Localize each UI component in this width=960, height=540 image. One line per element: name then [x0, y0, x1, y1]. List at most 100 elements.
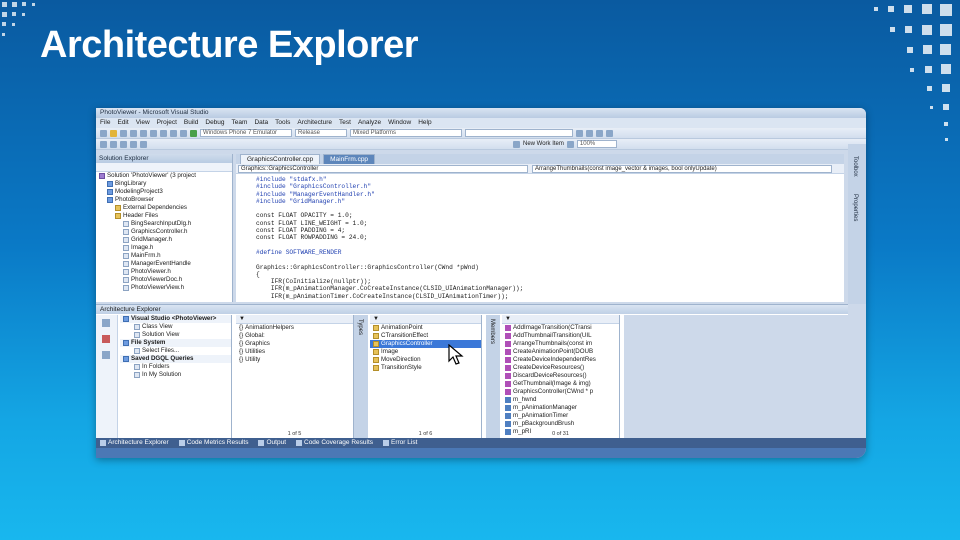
menu-item-analyze[interactable]: Analyze [358, 118, 381, 128]
bottom-tab-code-coverage-results[interactable]: Code Coverage Results [296, 438, 373, 448]
menu-item-architecture[interactable]: Architecture [297, 118, 332, 128]
view-item[interactable]: In Folders [120, 363, 231, 371]
namespace-item[interactable]: {} Global: [236, 332, 353, 340]
namespace-item[interactable]: {} Utilities [236, 348, 353, 356]
solution-explorer-icon[interactable] [586, 129, 593, 137]
types-side-tab[interactable]: Types [354, 315, 368, 439]
export-icon[interactable] [102, 335, 110, 343]
tree-item[interactable]: External Dependencies [96, 204, 232, 212]
menu-item-edit[interactable]: Edit [117, 118, 128, 128]
configuration-combo[interactable]: Release [295, 129, 347, 137]
comment-icon[interactable] [100, 140, 107, 148]
refresh-icon[interactable] [102, 319, 110, 327]
indent-icon[interactable] [120, 140, 127, 148]
new-work-item-button[interactable]: New Work Item [523, 141, 564, 147]
find-combo[interactable] [465, 129, 573, 137]
tree-item[interactable]: PhotoViewer.h [96, 268, 232, 276]
member-combo[interactable]: ArrangeThumbnails(const image_vector & i… [532, 165, 832, 173]
tree-item[interactable]: MainFrm.h [96, 252, 232, 260]
outdent-icon[interactable] [130, 140, 137, 148]
member-item[interactable]: AddImageTransition(CTransi [502, 324, 619, 332]
properties-tab[interactable]: Properties [852, 194, 858, 221]
toolbox-tab[interactable]: Toolbox [852, 156, 858, 177]
tree-item[interactable]: ManagerEventHandle [96, 260, 232, 268]
menu-item-project[interactable]: Project [157, 118, 177, 128]
open-folder-icon[interactable] [110, 129, 117, 137]
member-item[interactable]: m_hwnd [502, 396, 619, 404]
member-item[interactable]: GraphicsController(CWnd * p [502, 388, 619, 396]
menu-item-view[interactable]: View [136, 118, 150, 128]
scope-combo[interactable]: Graphics::GraphicsController [238, 165, 528, 173]
bottom-tab-error-list[interactable]: Error List [383, 438, 417, 448]
tree-item[interactable]: ModelingProject3 [96, 188, 232, 196]
uncomment-icon[interactable] [110, 140, 117, 148]
toolbox-icon[interactable] [606, 129, 613, 137]
member-item[interactable]: m_pBackgroundBrush [502, 420, 619, 428]
tree-item[interactable]: GraphicsController.h [96, 228, 232, 236]
new-project-icon[interactable] [100, 129, 107, 137]
menu-item-data[interactable]: Data [254, 118, 268, 128]
member-item[interactable]: CreateDeviceIndependentRes [502, 356, 619, 364]
filter-icon[interactable]: ▼ [502, 315, 619, 324]
type-item[interactable]: TransitionStyle [370, 364, 481, 372]
view-item[interactable]: Select Files... [120, 347, 231, 355]
tab-graphicscontroller-cpp[interactable]: GraphicsController.cpp [240, 154, 321, 164]
menu-item-window[interactable]: Window [388, 118, 411, 128]
member-item[interactable]: m_pAnimationManager [502, 404, 619, 412]
bottom-tab-code-metrics-results[interactable]: Code Metrics Results [178, 438, 248, 448]
menu-item-build[interactable]: Build [184, 118, 198, 128]
tree-item[interactable]: Solution 'PhotoViewer' (3 project [96, 172, 232, 180]
member-item[interactable]: DiscardDeviceResources() [502, 372, 619, 380]
find-icon[interactable] [576, 129, 583, 137]
view-item[interactable]: In My Solution [120, 371, 231, 379]
paste-icon[interactable] [160, 129, 167, 137]
save-query-icon[interactable] [102, 351, 110, 359]
cut-icon[interactable] [140, 129, 147, 137]
view-section-header[interactable]: Visual Studio <PhotoViewer> [120, 315, 231, 323]
properties-icon[interactable] [596, 129, 603, 137]
namespace-item[interactable]: {} AnimationHelpers [236, 324, 353, 332]
bottom-tab-architecture-explorer[interactable]: Architecture Explorer [100, 438, 169, 448]
device-combo[interactable]: Windows Phone 7 Emulator [200, 129, 292, 137]
tab-mainfrm-cpp[interactable]: MainFrm.cpp [323, 154, 376, 164]
filter-icon[interactable]: ▼ [370, 315, 481, 324]
redo-icon[interactable] [180, 129, 187, 137]
tree-item[interactable]: BingSearchInputDlg.h [96, 220, 232, 228]
member-item[interactable]: GetThumbnail(Image & img) [502, 380, 619, 388]
type-item[interactable]: Image [370, 348, 481, 356]
menu-item-file[interactable]: File [100, 118, 110, 128]
tree-item[interactable]: Image.h [96, 244, 232, 252]
menu-item-debug[interactable]: Debug [205, 118, 224, 128]
filter-icon[interactable]: ▼ [236, 315, 353, 324]
undo-icon[interactable] [170, 129, 177, 137]
menu-item-test[interactable]: Test [339, 118, 351, 128]
save-icon[interactable] [120, 129, 127, 137]
member-item[interactable]: m_pAnimationTimer [502, 412, 619, 420]
menu-item-team[interactable]: Team [232, 118, 248, 128]
member-item[interactable]: AddThumbnailTransition(UIL [502, 332, 619, 340]
code-editor[interactable]: GraphicsController.cpp MainFrm.cpp Graph… [236, 154, 844, 302]
platform-combo[interactable]: Mixed Platforms [350, 129, 462, 137]
member-item[interactable]: CreateAnimationPoint(DOUB [502, 348, 619, 356]
member-item[interactable]: CreateDeviceResources() [502, 364, 619, 372]
members-side-tab[interactable]: Members [486, 315, 500, 439]
bookmark-icon[interactable] [140, 140, 147, 148]
query-icon[interactable] [566, 140, 574, 148]
copy-icon[interactable] [150, 129, 157, 137]
tree-item[interactable]: PhotoViewerDoc.h [96, 276, 232, 284]
type-item[interactable]: AnimationPoint [370, 324, 481, 332]
save-all-icon[interactable] [130, 129, 137, 137]
menu-item-help[interactable]: Help [418, 118, 431, 128]
zoom-combo[interactable]: 100% [576, 140, 617, 148]
view-section-header[interactable]: File System [120, 339, 231, 347]
tree-item[interactable]: BingLibrary [96, 180, 232, 188]
view-section-header[interactable]: Saved DGQL Queries [120, 355, 231, 363]
view-item[interactable]: Class View [120, 323, 231, 331]
tree-item[interactable]: PhotoBrowser [96, 196, 232, 204]
start-debugging-icon[interactable] [190, 129, 197, 137]
member-item[interactable]: ArrangeThumbnails(const im [502, 340, 619, 348]
type-item[interactable]: GraphicsController [370, 340, 481, 348]
type-item[interactable]: CTransitionEffect [370, 332, 481, 340]
code-text[interactable]: #include "stdafx.h" #include "GraphicsCon… [256, 176, 834, 300]
namespace-item[interactable]: {} Utility [236, 356, 353, 364]
